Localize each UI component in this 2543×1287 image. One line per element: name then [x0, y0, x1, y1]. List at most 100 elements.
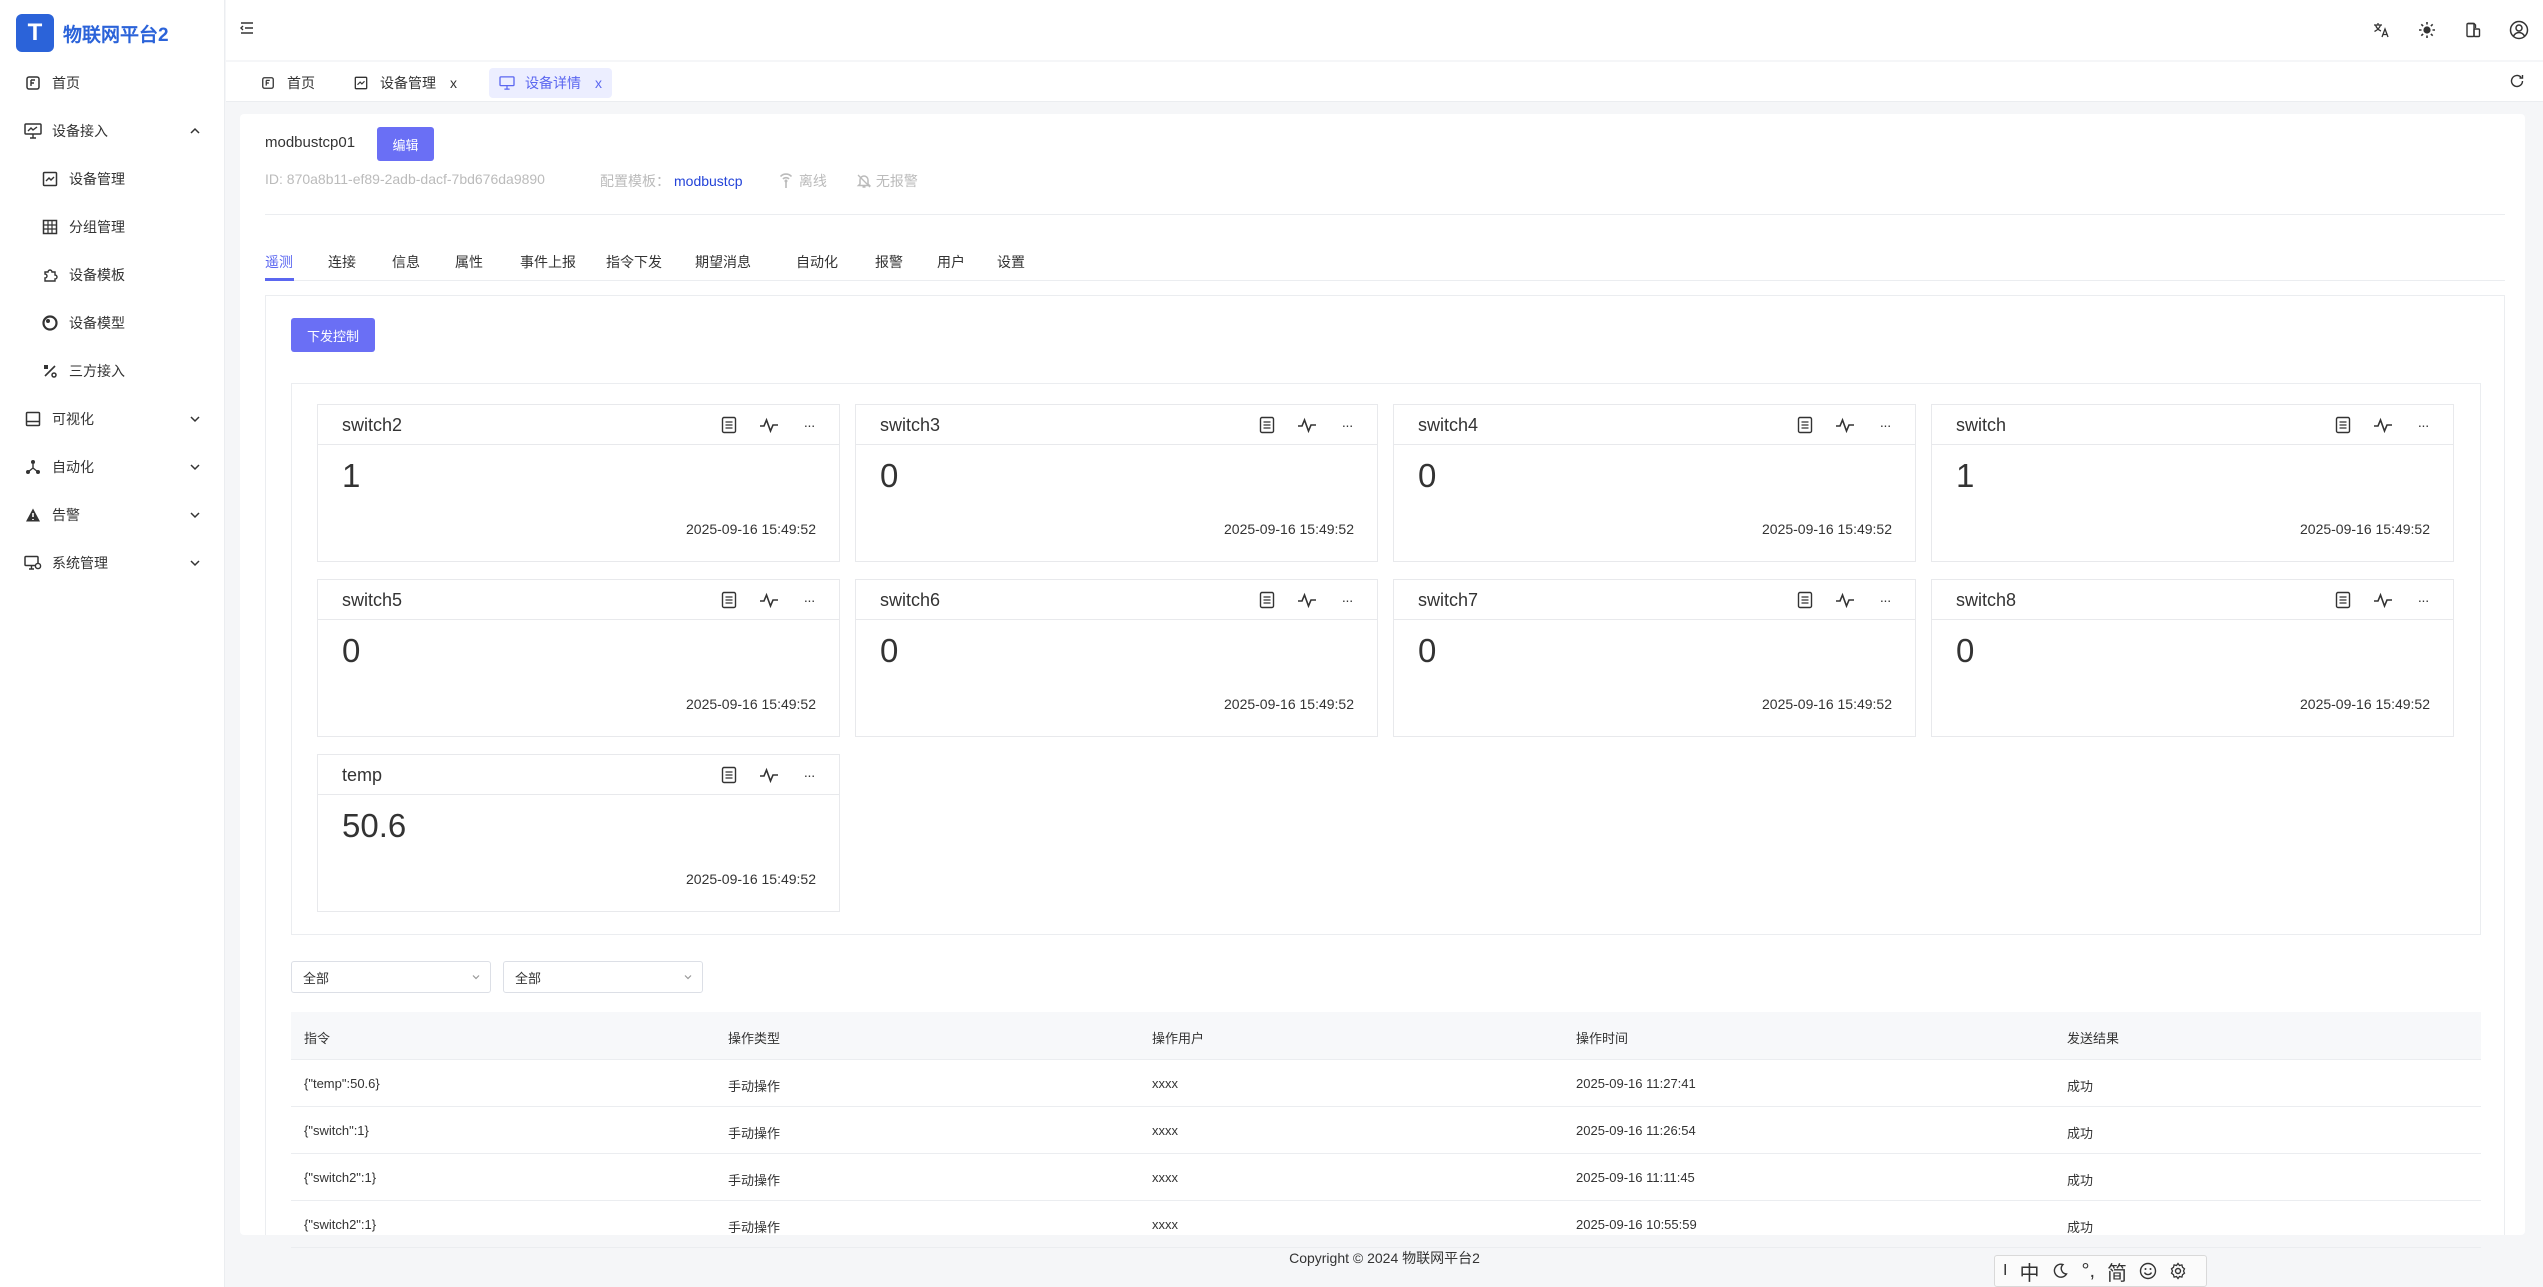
translate-icon[interactable]: [2370, 19, 2392, 41]
chevron-down-icon: [190, 416, 200, 423]
sub-tab-8[interactable]: 报警: [875, 252, 903, 272]
more-icon[interactable]: ···: [799, 590, 819, 610]
pulse-chart-icon[interactable]: [1835, 590, 1855, 610]
logo[interactable]: T 物联网平台2: [0, 0, 224, 66]
more-icon[interactable]: ···: [2413, 590, 2433, 610]
close-icon[interactable]: x: [595, 75, 602, 91]
column-header[interactable]: 发送结果: [2067, 1028, 2119, 1047]
history-list-icon[interactable]: [1795, 415, 1815, 435]
status-offline-label: 离线: [798, 173, 827, 189]
close-icon[interactable]: x: [450, 75, 457, 91]
menu-collapse-icon[interactable]: [236, 17, 258, 39]
tab-device-management[interactable]: 设备管理 x: [344, 68, 467, 98]
history-list-icon[interactable]: [719, 765, 739, 785]
more-icon[interactable]: ···: [2413, 415, 2433, 435]
layout-icon[interactable]: [2462, 19, 2484, 41]
pulse-chart-icon[interactable]: [1297, 415, 1317, 435]
filter-select-2[interactable]: 全部: [503, 961, 703, 993]
more-icon[interactable]: ···: [1337, 415, 1357, 435]
pulse-chart-icon[interactable]: [759, 590, 779, 610]
sub-tab-2[interactable]: 信息: [392, 252, 420, 272]
sidebar-item-label: 首页: [52, 75, 80, 91]
sidebar-item-home[interactable]: 首页: [0, 63, 225, 103]
sidebar-item-alarm[interactable]: 告警: [0, 495, 225, 535]
template-link[interactable]: modbustcp: [674, 173, 742, 189]
telemetry-card-grid: switch2 ··· 1 2025-09-16 15:49:52 switch3 ···…: [291, 383, 2481, 935]
sub-tab-6[interactable]: 期望消息: [695, 252, 751, 272]
sidebar-item-visualization[interactable]: 可视化: [0, 399, 225, 439]
column-header[interactable]: 指令: [304, 1028, 330, 1047]
sidebar-item-automation[interactable]: 自动化: [0, 447, 225, 487]
theme-sun-icon[interactable]: [2416, 19, 2438, 41]
pulse-chart-icon[interactable]: [2373, 415, 2393, 435]
sub-tab-9[interactable]: 用户: [937, 252, 965, 272]
home-doc-icon: [24, 74, 42, 92]
telemetry-time: 2025-09-16 15:49:52: [1224, 521, 1354, 537]
sub-tab-0[interactable]: 遥测: [265, 252, 293, 272]
more-icon[interactable]: ···: [799, 415, 819, 435]
moon-icon[interactable]: [2051, 1262, 2069, 1280]
sidebar-item-device-management[interactable]: 设备管理: [0, 159, 225, 199]
user-avatar-icon[interactable]: [2508, 19, 2530, 41]
ime-lang-toggle[interactable]: 中: [2019, 1257, 2039, 1286]
sub-tab-3[interactable]: 属性: [455, 252, 483, 272]
history-list-icon[interactable]: [1257, 590, 1277, 610]
history-list-icon[interactable]: [2333, 415, 2353, 435]
top-header: [226, 0, 2543, 60]
sidebar-item-label: 告警: [52, 507, 80, 523]
more-icon[interactable]: ···: [1875, 415, 1895, 435]
sidebar-item-third-party[interactable]: 三方接入: [0, 351, 225, 391]
sidebar-item-group-management[interactable]: 分组管理: [0, 207, 225, 247]
tab-home[interactable]: 首页: [251, 68, 325, 98]
ime-cursor[interactable]: I: [2003, 1262, 2007, 1280]
settings-gear-icon[interactable]: [2169, 1262, 2187, 1280]
history-list-icon[interactable]: [719, 415, 739, 435]
table-header: 指令 操作类型 操作用户 操作时间 发送结果: [291, 1012, 2481, 1060]
sub-tab-5[interactable]: 指令下发: [606, 252, 662, 272]
card-header: switch7 ···: [1394, 580, 1915, 620]
pulse-chart-icon[interactable]: [2373, 590, 2393, 610]
column-header[interactable]: 操作用户: [1152, 1028, 1204, 1047]
refresh-icon[interactable]: [2506, 70, 2528, 92]
sidebar-item-system[interactable]: 系统管理: [0, 543, 225, 583]
sidebar-item-device-access[interactable]: 设备接入: [0, 111, 225, 151]
pulse-chart-icon[interactable]: [759, 765, 779, 785]
ime-punct-toggle[interactable]: °,: [2081, 1260, 2095, 1283]
history-list-icon[interactable]: [1795, 590, 1815, 610]
sub-tab-1[interactable]: 连接: [328, 252, 356, 272]
filter-select-1[interactable]: 全部: [291, 961, 491, 993]
tab-label: 设备详情: [525, 75, 581, 91]
pulse-chart-icon[interactable]: [759, 415, 779, 435]
sub-tab-10[interactable]: 设置: [997, 252, 1025, 272]
sidebar-item-device-model[interactable]: 设备模型: [0, 303, 225, 343]
column-header[interactable]: 操作时间: [1576, 1028, 1628, 1047]
send-control-button[interactable]: 下发控制: [291, 318, 375, 352]
column-header[interactable]: 操作类型: [728, 1028, 780, 1047]
chevron-down-icon: [190, 512, 200, 519]
more-icon[interactable]: ···: [1337, 590, 1357, 610]
tab-device-detail[interactable]: 设备详情 x: [489, 68, 612, 98]
edit-button[interactable]: 编辑: [377, 127, 434, 161]
history-list-icon[interactable]: [719, 590, 739, 610]
emoji-icon[interactable]: [2139, 1262, 2157, 1280]
grid-icon: [41, 218, 59, 236]
pulse-chart-icon[interactable]: [1835, 415, 1855, 435]
pulse-chart-icon[interactable]: [1297, 590, 1317, 610]
telemetry-name: switch5: [342, 590, 403, 610]
telemetry-time: 2025-09-16 15:49:52: [686, 521, 816, 537]
history-list-icon[interactable]: [2333, 590, 2353, 610]
card-header: switch8 ···: [1932, 580, 2453, 620]
more-icon[interactable]: ···: [799, 765, 819, 785]
table-cell: 2025-09-16 11:26:54: [1576, 1123, 1696, 1138]
history-list-icon[interactable]: [1257, 415, 1277, 435]
card-header: switch4 ···: [1394, 405, 1915, 445]
ime-mode-toggle[interactable]: 简: [2107, 1257, 2127, 1286]
sidebar-item-label: 系统管理: [52, 555, 108, 571]
table-cell: xxxx: [1152, 1217, 1178, 1232]
sidebar-item-device-template[interactable]: 设备模板: [0, 255, 225, 295]
more-icon[interactable]: ···: [1875, 590, 1895, 610]
sub-tab-4[interactable]: 事件上报: [520, 252, 576, 272]
table-cell: 2025-09-16 11:11:45: [1576, 1170, 1695, 1185]
telemetry-value: 0: [880, 632, 899, 669]
sub-tab-7[interactable]: 自动化: [796, 252, 838, 272]
